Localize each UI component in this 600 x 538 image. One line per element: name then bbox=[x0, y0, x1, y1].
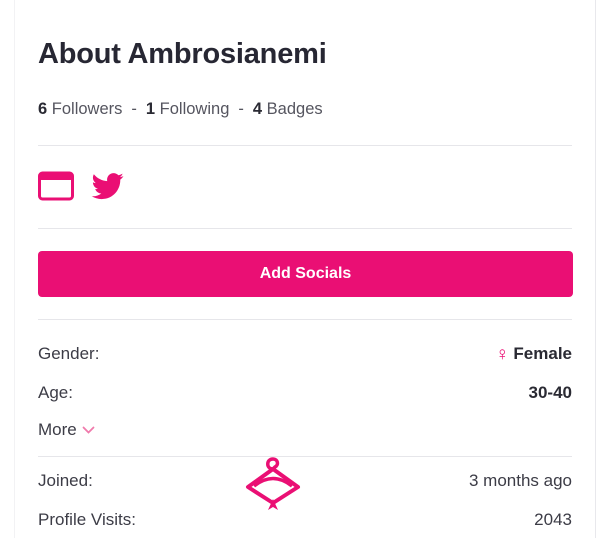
divider bbox=[38, 319, 572, 320]
badges-count: 4 bbox=[252, 100, 263, 118]
website-icon[interactable] bbox=[38, 170, 74, 202]
badges-label[interactable]: Badges bbox=[267, 100, 323, 118]
social-icons bbox=[38, 170, 126, 202]
more-toggle[interactable]: More bbox=[38, 420, 95, 440]
gender-value: ♀ Female bbox=[495, 344, 572, 364]
hanger-logo-icon bbox=[246, 457, 300, 510]
female-symbol-icon: ♀ bbox=[495, 343, 510, 365]
more-label: More bbox=[38, 420, 77, 439]
card-left-edge bbox=[14, 0, 15, 538]
divider bbox=[38, 228, 572, 229]
profile-stats: 6 Followers -1 Following -4 Badges bbox=[38, 100, 323, 119]
stats-separator: - bbox=[131, 100, 137, 118]
about-title: About Ambrosianemi bbox=[38, 38, 327, 70]
add-socials-button[interactable]: Add Socials bbox=[38, 251, 573, 297]
followers-label[interactable]: Followers bbox=[52, 100, 123, 118]
joined-label: Joined: bbox=[38, 471, 93, 490]
twitter-icon[interactable] bbox=[90, 170, 126, 202]
stats-separator: - bbox=[238, 100, 244, 118]
profile-visits-label: Profile Visits: bbox=[38, 510, 136, 529]
divider bbox=[38, 145, 572, 146]
chevron-down-icon bbox=[82, 426, 95, 434]
gender-label: Gender: bbox=[38, 344, 100, 363]
following-label[interactable]: Following bbox=[160, 100, 230, 118]
card-right-edge bbox=[595, 0, 596, 538]
joined-value: 3 months ago bbox=[468, 471, 572, 490]
followers-count: 6 bbox=[38, 100, 48, 118]
age-label: Age: bbox=[38, 383, 73, 402]
gender-text: Female bbox=[513, 344, 572, 363]
following-count: 1 bbox=[145, 100, 156, 118]
divider bbox=[38, 456, 572, 457]
about-card: About Ambrosianemi 6 Followers -1 Followi… bbox=[0, 0, 600, 538]
profile-visits-value: 2043 bbox=[534, 510, 572, 529]
age-value: 30-40 bbox=[528, 383, 572, 402]
